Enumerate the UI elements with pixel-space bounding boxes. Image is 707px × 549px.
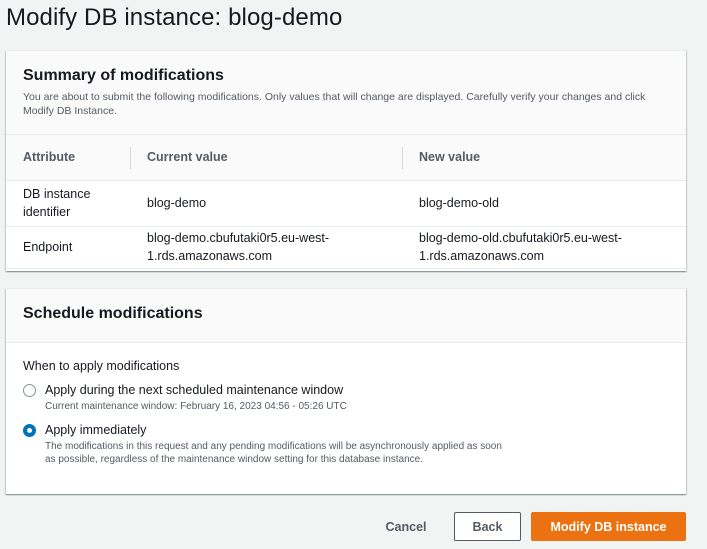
modifications-table: Attribute Current value New value DB ins… xyxy=(6,135,686,269)
summary-title: Summary of modifications xyxy=(23,67,224,84)
summary-header: Summary of modifications You are about t… xyxy=(6,51,686,135)
cell-attribute: Endpoint xyxy=(6,226,130,269)
radio-description-maintenance-window: Current maintenance window: February 16,… xyxy=(45,401,347,412)
schedule-panel: Schedule modifications When to apply mod… xyxy=(6,288,686,494)
summary-panel: Summary of modifications You are about t… xyxy=(6,50,686,271)
modify-db-instance-button[interactable]: Modify DB instance xyxy=(531,512,686,541)
summary-description: You are about to submit the following mo… xyxy=(23,91,646,117)
cell-new-value: blog-demo-old.cbufutaki0r5.eu-west-1.rds… xyxy=(402,226,686,269)
radio-label-maintenance-window[interactable]: Apply during the next scheduled maintena… xyxy=(45,382,505,399)
radio-button-apply-immediately[interactable] xyxy=(23,424,36,437)
cell-new-value: blog-demo-old xyxy=(402,180,686,227)
schedule-body: When to apply modifications Apply during… xyxy=(6,343,686,482)
page-title: Modify DB instance: blog-demo xyxy=(6,4,343,31)
schedule-header: Schedule modifications xyxy=(6,289,686,343)
radio-description-apply-immediately: The modifications in this request and an… xyxy=(45,441,502,465)
schedule-title: Schedule modifications xyxy=(23,305,203,322)
column-header-attribute: Attribute xyxy=(6,135,130,181)
column-header-current-value: Current value xyxy=(130,135,402,181)
cancel-button[interactable]: Cancel xyxy=(379,512,433,541)
radio-option-apply-immediately[interactable]: Apply immediately The modifications in t… xyxy=(23,422,669,466)
column-header-new-value: New value xyxy=(402,135,686,181)
radio-label-apply-immediately[interactable]: Apply immediately xyxy=(45,422,505,439)
table-row: DB instance identifier blog-demo blog-de… xyxy=(6,180,686,227)
table-row: Endpoint blog-demo.cbufutaki0r5.eu-west-… xyxy=(6,226,686,269)
apply-timing-label: When to apply modifications xyxy=(23,359,180,373)
radio-option-maintenance-window[interactable]: Apply during the next scheduled maintena… xyxy=(23,382,669,413)
cell-attribute: DB instance identifier xyxy=(6,180,130,227)
cell-current-value: blog-demo.cbufutaki0r5.eu-west-1.rds.ama… xyxy=(130,226,402,269)
table-header-row: Attribute Current value New value xyxy=(6,135,686,181)
radio-button-maintenance-window[interactable] xyxy=(23,384,36,397)
cell-current-value: blog-demo xyxy=(130,180,402,227)
back-button[interactable]: Back xyxy=(454,512,521,541)
